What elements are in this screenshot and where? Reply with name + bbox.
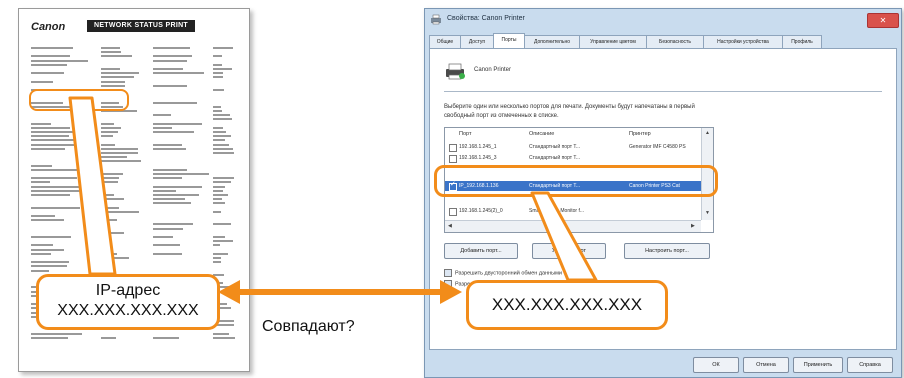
match-question: Совпадают?: [262, 318, 355, 335]
right-callout-pointer: [530, 191, 598, 282]
compare-arrow: [218, 280, 462, 304]
left-callout-pointer: [68, 96, 117, 276]
ip-address-label: IP-адрес: [95, 282, 161, 299]
port-address-callout: XXX.XXX.XXX.XXX: [466, 280, 668, 330]
ip-address-callout: IP-адрес XXX.XXX.XXX.XXX: [36, 274, 220, 330]
ip-address-value: XXX.XXX.XXX.XXX: [57, 302, 199, 319]
port-address-value: XXX.XXX.XXX.XXX: [491, 295, 643, 314]
